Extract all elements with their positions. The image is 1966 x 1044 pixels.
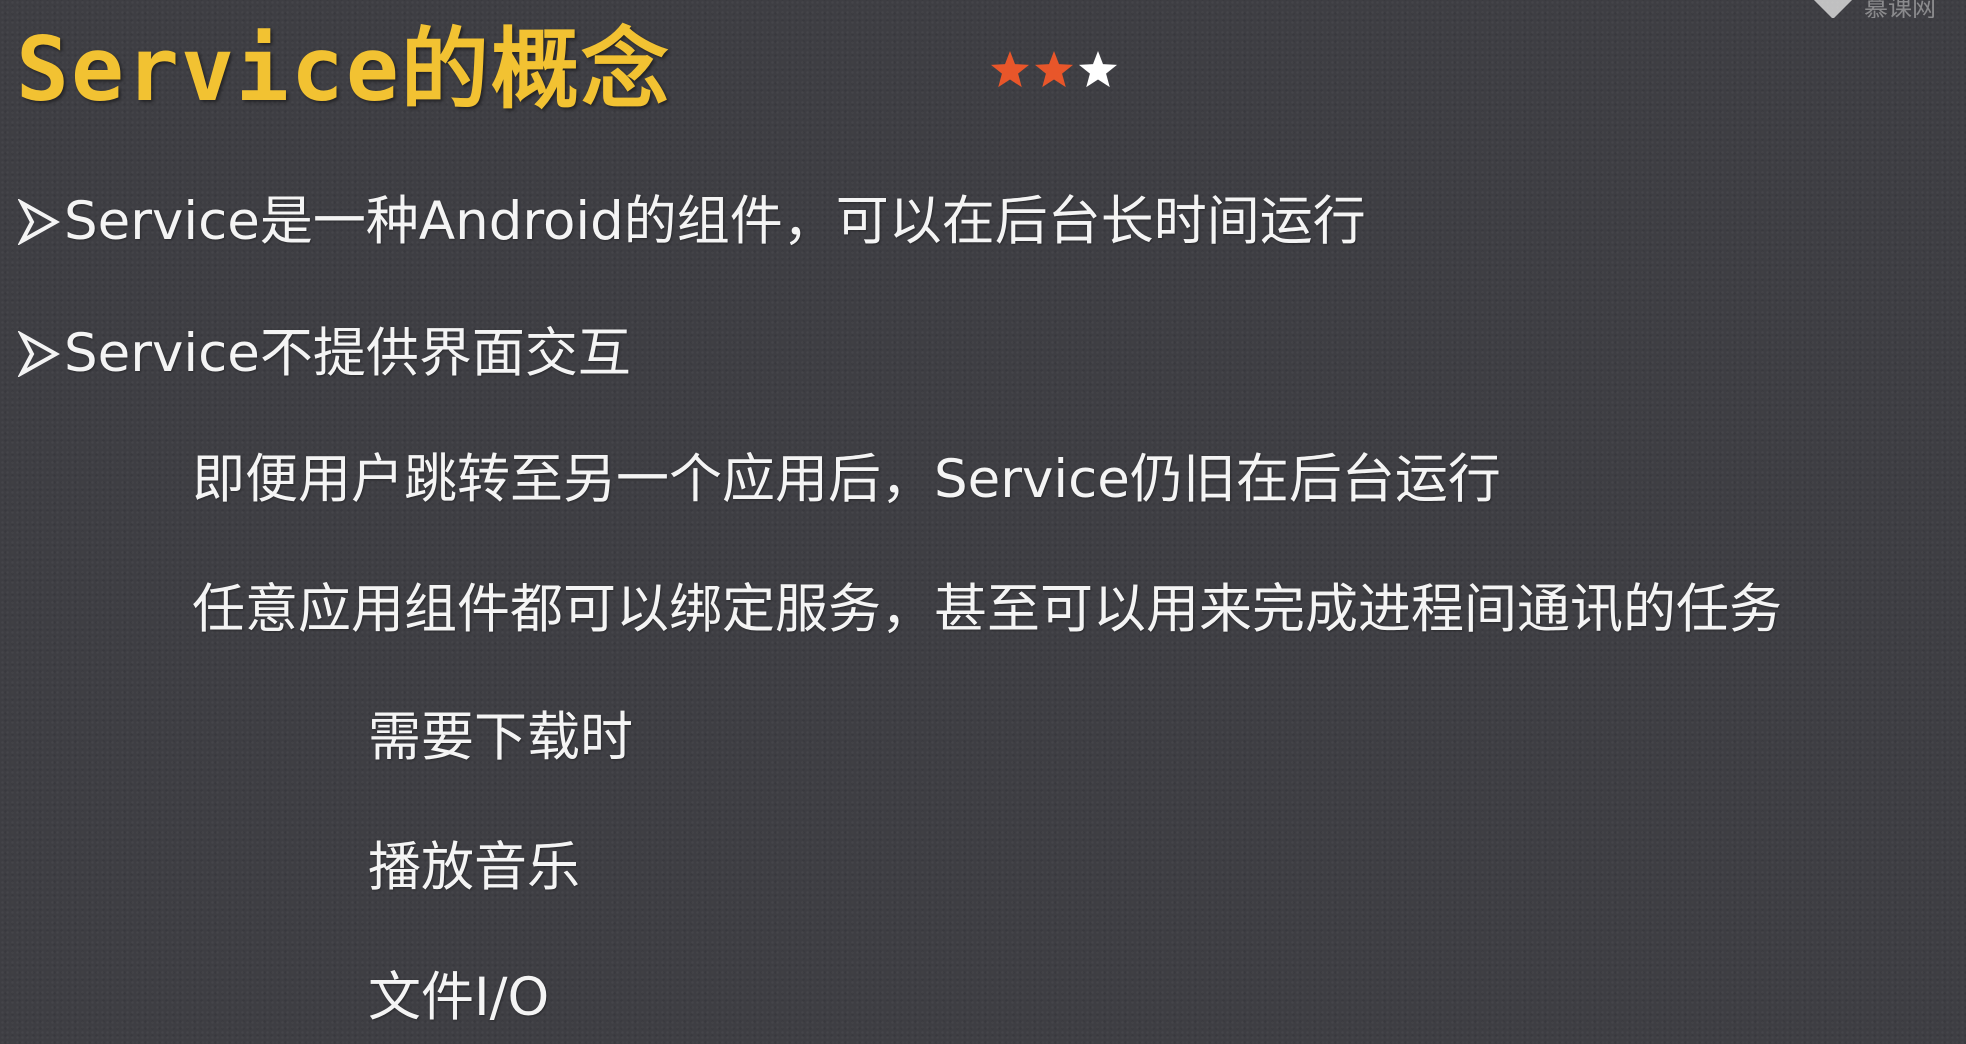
sub-point-text: 即便用户跳转至另一个应用后，Service仍旧在后台运行 bbox=[192, 449, 1501, 510]
arrow-bullet-icon bbox=[18, 199, 60, 245]
sub-point: 任意应用组件都可以绑定服务，甚至可以用来完成进程间通讯的任务 bbox=[192, 578, 1782, 642]
example-item: 文件I/O bbox=[368, 966, 549, 1030]
star-filled-icon bbox=[1034, 51, 1074, 88]
corner-watermark: 慕课网 bbox=[1746, 0, 1966, 18]
star-filled-icon bbox=[990, 51, 1030, 88]
star-empty-icon bbox=[1078, 51, 1118, 88]
sub-point-text: 任意应用组件都可以绑定服务，甚至可以用来完成进程间通讯的任务 bbox=[192, 579, 1782, 640]
bullet-item: Service不提供界面交互 bbox=[18, 322, 631, 386]
slide: 慕课网 Service的概念 Service是一种Android的组件，可以在后… bbox=[0, 0, 1966, 1044]
example-item: 需要下载时 bbox=[368, 706, 633, 770]
watermark-text: 慕课网 bbox=[1864, 0, 1936, 18]
bullet-text: Service不提供界面交互 bbox=[64, 323, 631, 384]
slide-title: Service的概念 bbox=[16, 18, 671, 121]
arrow-bullet-icon bbox=[18, 331, 60, 377]
watermark-logo-icon bbox=[1808, 0, 1858, 18]
example-text: 播放音乐 bbox=[368, 837, 580, 898]
sub-point: 即便用户跳转至另一个应用后，Service仍旧在后台运行 bbox=[192, 448, 1501, 512]
bullet-text: Service是一种Android的组件，可以在后台长时间运行 bbox=[64, 191, 1366, 252]
example-item: 播放音乐 bbox=[368, 836, 580, 900]
example-text: 需要下载时 bbox=[368, 707, 633, 768]
bullet-item: Service是一种Android的组件，可以在后台长时间运行 bbox=[18, 190, 1366, 254]
difficulty-rating bbox=[988, 40, 1120, 100]
example-text: 文件I/O bbox=[368, 967, 550, 1028]
